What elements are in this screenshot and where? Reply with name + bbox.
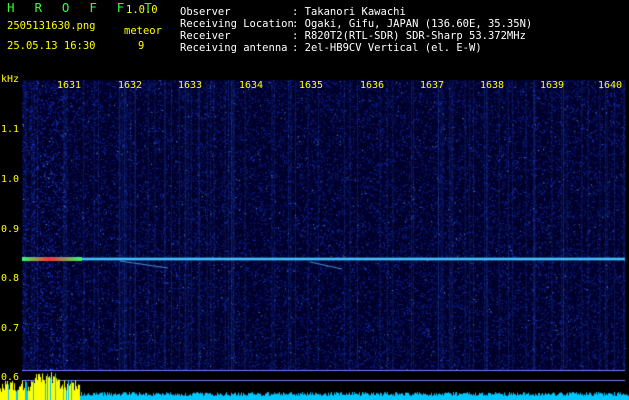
meteor-count: 9 [138,40,145,52]
info-value-observer: : Takanori Kawachi [292,6,406,18]
y-tick-label: 1.1 [1,124,20,135]
y-tick-label: 0.9 [1,224,20,235]
x-tick-label: 1632 [118,80,143,91]
info-value-receiver: : R820T2(RTL-SDR) SDR-Sharp 53.372MHz [292,30,526,42]
x-tick-label: 1634 [239,80,264,91]
app-version: 1.0.0 [126,4,158,16]
file-name: 2505131630.png [7,20,96,32]
y-tick-label: 1.0 [1,174,20,185]
info-label-receiver: Receiver [180,30,231,42]
x-tick-label: 1638 [480,80,505,91]
date-time: 25.05.13 16:30 [7,40,96,52]
y-tick-label: 0.6 [1,372,20,383]
y-tick-label: 0.7 [1,323,20,334]
x-tick-label: 1633 [178,80,203,91]
x-tick-label: 1637 [420,80,445,91]
y-tick-label: 0.8 [1,273,20,284]
y-axis-unit: kHz [1,74,20,85]
x-tick-label: 1640 [598,80,623,91]
header-panel: H R O F F T 1.0.0 2505131630.png 25.05.1… [0,0,629,74]
spectrogram [0,74,629,400]
info-value-antenna: : 2el-HB9CV Vertical (el. E-W) [292,42,482,54]
x-tick-label: 1639 [540,80,565,91]
x-tick-label: 1636 [360,80,385,91]
x-tick-label: 1635 [299,80,324,91]
x-tick-label: 1631 [57,80,82,91]
info-label-observer: Observer [180,6,231,18]
info-value-location: : Ogaki, Gifu, JAPAN (136.60E, 35.35N) [292,18,533,30]
info-label-antenna: Receiving antenna [180,42,288,54]
info-label-location: Receiving Location [180,18,294,30]
meteor-label: meteor [124,25,162,37]
